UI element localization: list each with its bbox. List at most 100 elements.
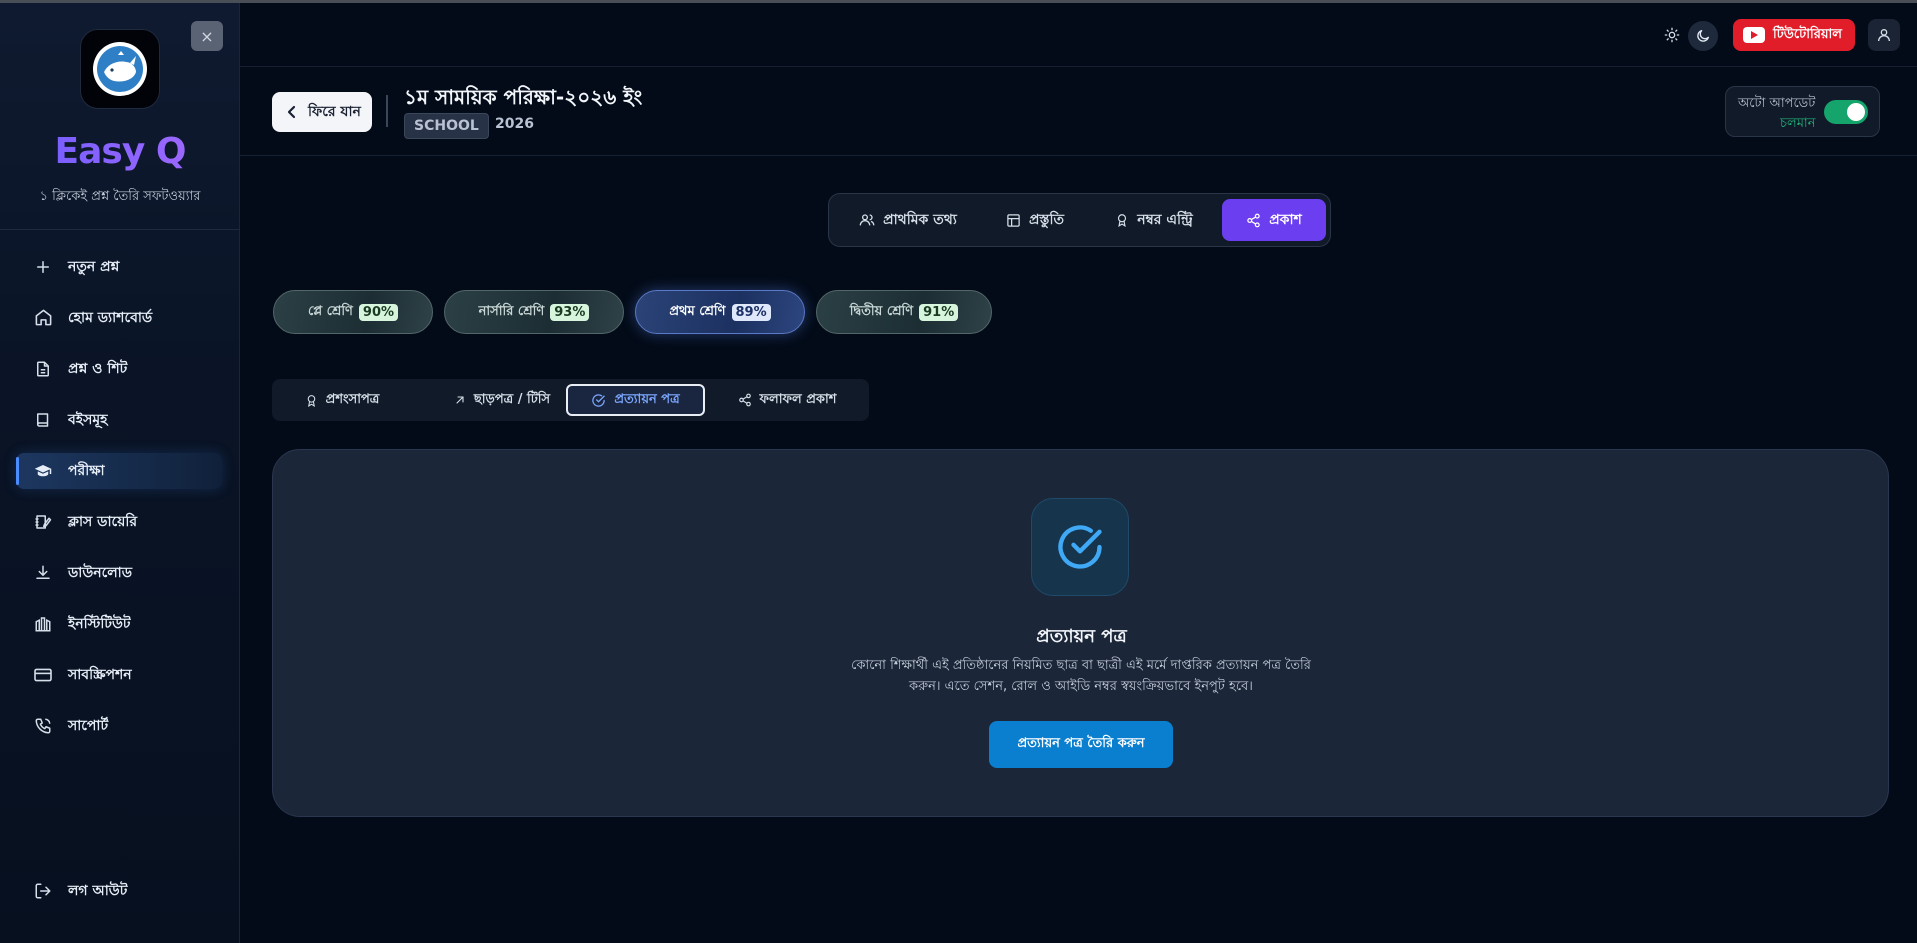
home-icon [32, 307, 54, 329]
diary-icon [32, 511, 54, 533]
subtab-label: প্রশংসাপত্র [325, 391, 380, 407]
sidebar-item-questions-sheets[interactable]: প্রশ্ন ও শিট [0, 343, 240, 394]
close-icon: × [200, 26, 214, 46]
exam-year: 2026 [495, 116, 534, 132]
sidebar-divider [0, 229, 240, 230]
tab-label: নম্বর এন্ট্রি [1137, 212, 1193, 228]
check-circle-icon [1058, 525, 1102, 569]
school-badge: SCHOOL [404, 113, 489, 139]
auto-update-status: চলমান [1780, 116, 1816, 131]
card-description-line: কোনো শিক্ষার্থী এই প্রতিষ্ঠানের নিয়মিত … [851, 658, 1311, 673]
subtab-label: প্রত্যায়ন পত্র [614, 391, 680, 407]
chevron-left-icon [286, 105, 298, 119]
sidebar-item-label: পরীক্ষা [68, 462, 105, 479]
class-pill-label: প্লে শ্রেণি [307, 303, 353, 319]
sidebar-item-label: নতুন প্রশ্ন [68, 258, 120, 275]
sidebar-item-exams[interactable]: পরীক্ষা [0, 445, 240, 496]
subtab-transfer-certificate[interactable]: ছাড়পত্র / টিসি [422, 384, 582, 416]
sidebar-nav: নতুন প্রশ্ন হোম ড্যাশবোর্ড প্রশ্ন ও শিট … [0, 241, 240, 751]
back-label: ফিরে যান [308, 104, 361, 120]
auto-update-panel: অটো আপডেট চলমান [1725, 86, 1880, 137]
youtube-icon [1743, 27, 1765, 43]
tab-basic-info[interactable]: প্রাথমিক তথ্য [843, 199, 973, 241]
card-icon [32, 664, 54, 686]
sidebar-item-label: বইসমূহ [68, 411, 108, 428]
subtab-testimonial[interactable]: প্রশংসাপত্র [282, 384, 402, 416]
subtab-label: ছাড়পত্র / টিসি [473, 391, 551, 407]
file-icon [32, 358, 54, 380]
sidebar-item-institute[interactable]: ইনস্টিটিউট [0, 598, 240, 649]
auto-update-toggle[interactable] [1824, 100, 1868, 124]
light-theme-button[interactable] [1658, 21, 1686, 49]
whale-logo-icon [93, 42, 147, 96]
class-pill-second[interactable]: দ্বিতীয় শ্রেণি 91% [816, 290, 992, 334]
sidebar-item-label: প্রশ্ন ও শিট [68, 360, 128, 377]
award-icon [305, 393, 318, 408]
sidebar-item-class-diary[interactable]: ক্লাস ডায়েরি [0, 496, 240, 547]
subtab-result-publish[interactable]: ফলাফল প্রকাশ [722, 384, 852, 416]
tutorial-button[interactable]: টিউটোরিয়াল [1733, 19, 1855, 51]
share-icon [1246, 213, 1261, 228]
tab-preparation[interactable]: প্রস্তুতি [989, 199, 1081, 241]
users-icon [859, 212, 875, 228]
phone-icon [32, 715, 54, 737]
sidebar-item-label: হোম ড্যাশবোর্ড [68, 309, 153, 326]
check-circle-icon [591, 393, 606, 408]
institute-icon [32, 613, 54, 635]
moon-icon [1697, 30, 1709, 42]
page-header: ফিরে যান ১ম সাময়িক পরিক্ষা-২০২৬ ইং SCHO… [240, 67, 1917, 156]
sidebar-item-new-question[interactable]: নতুন প্রশ্ন [0, 241, 240, 292]
book-icon [32, 409, 54, 431]
tab-label: প্রাথমিক তথ্য [883, 212, 957, 228]
top-bar: টিউটোরিয়াল [240, 3, 1917, 67]
attestation-icon-box [1031, 498, 1129, 596]
class-pill-play[interactable]: প্লে শ্রেণি 90% [273, 290, 433, 334]
active-indicator [16, 457, 19, 485]
sidebar-item-support[interactable]: সাপোর্ট [0, 700, 240, 751]
class-pill-first[interactable]: প্রথম শ্রেণি 89% [635, 290, 805, 334]
sidebar-close-button[interactable]: × [191, 21, 223, 51]
sidebar-item-download[interactable]: ডাউনলোড [0, 547, 240, 598]
tab-label: প্রকাশ [1269, 212, 1302, 228]
sidebar-item-books[interactable]: বইসমূহ [0, 394, 240, 445]
class-pill-percent: 90% [358, 303, 399, 321]
auto-update-label: অটো আপডেট [1738, 96, 1816, 111]
user-menu-button[interactable] [1868, 19, 1900, 51]
card-title: প্রত্যায়ন পত্র [1036, 626, 1127, 647]
class-pill-percent: 93% [550, 303, 590, 321]
download-icon [32, 562, 54, 584]
sidebar-item-label: সাপোর্ট [68, 717, 109, 734]
class-pill-label: প্রথম শ্রেণি [669, 303, 726, 319]
create-attestation-button[interactable]: প্রত্যায়ন পত্র তৈরি করুন [989, 721, 1173, 768]
page-title: ১ম সাময়িক পরিক্ষা-২০২৬ ইং [404, 85, 643, 109]
tab-marks-entry[interactable]: নম্বর এন্ট্রি [1099, 199, 1209, 241]
sidebar-item-subscription[interactable]: সাবস্ক্রিপশন [0, 649, 240, 700]
graduation-cap-icon [32, 460, 54, 482]
logout-label: লগ আউট [68, 883, 128, 899]
sun-icon [1664, 27, 1680, 43]
subtab-attestation-letter[interactable]: প্রত্যায়ন পত্র [566, 384, 705, 416]
layout-icon [1006, 213, 1021, 228]
back-button[interactable]: ফিরে যান [272, 92, 372, 132]
logout-icon [32, 880, 54, 902]
class-pill-percent: 91% [919, 303, 959, 321]
card-description: কোনো শিক্ষার্থী এই প্রতিষ্ঠানের নিয়মিত … [831, 655, 1331, 697]
class-pill-label: দ্বিতীয় শ্রেণি [849, 303, 914, 319]
sidebar: × Easy Q ১ ক্লিকেই প্রশ্ন তৈরি সফটওয়্যা… [0, 3, 240, 943]
award-icon [1115, 212, 1129, 228]
main-tabs: প্রাথমিক তথ্য প্রস্তুতি নম্বর এন্ট্রি প্… [828, 193, 1331, 247]
card-description-line: করুন। এতে সেশন, রোল ও আইডি নম্বর স্বয়ংক… [909, 679, 1253, 694]
tutorial-label: টিউটোরিয়াল [1773, 26, 1842, 42]
tab-publish[interactable]: প্রকাশ [1222, 199, 1326, 241]
app-logo [80, 29, 160, 109]
plus-icon [32, 256, 54, 278]
sidebar-item-label: ইনস্টিটিউট [68, 615, 131, 632]
sidebar-item-home-dashboard[interactable]: হোম ড্যাশবোর্ড [0, 292, 240, 343]
sidebar-item-label: সাবস্ক্রিপশন [68, 666, 132, 683]
dark-theme-button[interactable] [1688, 21, 1718, 51]
class-pill-label: নার্সারি শ্রেণি [478, 303, 545, 319]
class-pill-nursery[interactable]: নার্সারি শ্রেণি 93% [444, 290, 624, 334]
tab-label: প্রস্তুতি [1028, 212, 1065, 228]
logout-button[interactable]: লগ আউট [0, 871, 240, 911]
subtab-label: ফলাফল প্রকাশ [759, 391, 837, 407]
